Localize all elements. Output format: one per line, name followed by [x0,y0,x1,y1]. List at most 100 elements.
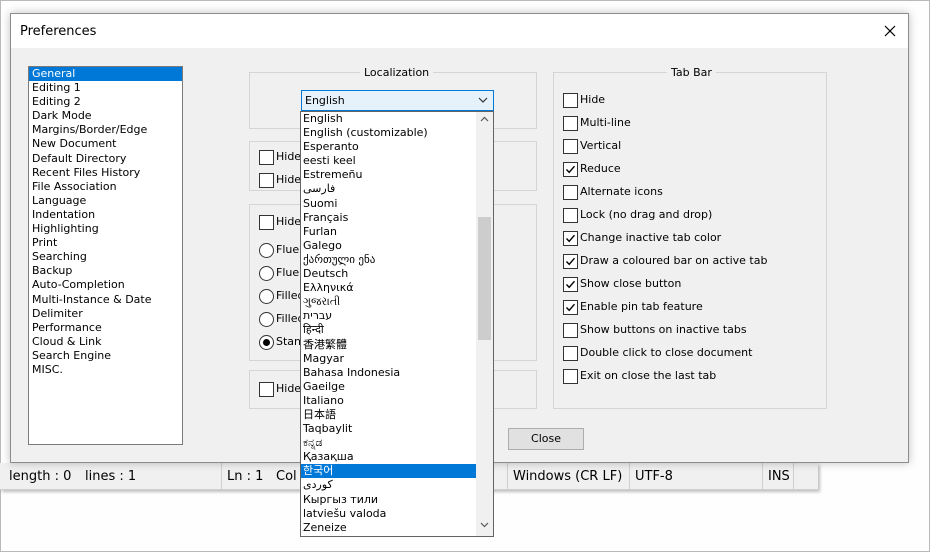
status-separator [507,463,508,489]
language-option[interactable]: Furlan [301,225,476,239]
radio-circle [259,312,274,327]
category-item[interactable]: Auto-Completion [29,278,182,292]
language-option[interactable]: ગુજરાતી [301,295,476,309]
language-option[interactable]: Italiano [301,394,476,408]
language-option[interactable]: کوردی [301,478,476,492]
language-option[interactable]: Taqbaylit [301,422,476,436]
checkmark-icon [565,165,576,174]
checkbox-label: Enable pin tab feature [580,300,703,313]
status-lines: lines : 1 [85,469,137,484]
language-option[interactable]: 香港繁體 [301,338,476,352]
status-insert-mode[interactable]: INS [768,469,790,484]
language-option[interactable]: Français [301,211,476,225]
checkbox-label: Hide [580,93,606,106]
category-item[interactable]: Dark Mode [29,109,182,123]
category-item[interactable]: New Document [29,137,182,151]
category-item[interactable]: Backup [29,264,182,278]
category-item[interactable]: Default Directory [29,152,182,166]
language-option[interactable]: Esperanto [301,140,476,154]
checkbox-label: Reduce [580,162,621,175]
language-option[interactable]: ಕನ್ನಡ [301,436,476,450]
chevron-down-icon[interactable] [480,522,489,528]
localization-combobox-value: English [305,94,345,107]
checkbox-box [563,369,578,384]
language-option[interactable]: Қазақша [301,450,476,464]
checkmark-icon [565,280,576,289]
status-line-number: Ln : 1 [227,469,264,484]
language-option[interactable]: eesti keel [301,154,476,168]
category-list[interactable]: General Editing 1 Editing 2 Dark Mode Margin… [28,66,183,445]
radio-circle [259,289,274,304]
scrollbar-thumb[interactable] [478,217,491,340]
checkbox-box [259,382,274,397]
localization-dropdown-list[interactable]: English English (customizable) Esperanto ee… [300,111,494,537]
language-option[interactable]: فارسی [301,182,476,196]
checkmark-icon [565,234,576,243]
checkbox-checked [563,277,578,292]
category-item[interactable]: MISC. [29,363,182,377]
language-option[interactable]: Кыргыз тили [301,493,476,507]
language-option[interactable]: Estremeñu [301,168,476,182]
localization-group-title: Localization [360,66,434,79]
category-item[interactable]: Cloud & Link [29,335,182,349]
language-option[interactable]: Suomi [301,197,476,211]
language-option[interactable]: Bahasa Indonesia [301,366,476,380]
radio-dot [263,339,270,346]
language-option[interactable]: Galego [301,239,476,253]
category-item[interactable]: Language [29,194,182,208]
close-icon[interactable] [879,20,901,42]
language-option[interactable]: Ελληνικά [301,281,476,295]
language-option[interactable]: 한국어 [301,464,476,479]
category-item[interactable]: Performance [29,321,182,335]
category-item[interactable]: Editing 1 [29,81,182,95]
checkbox-label: Hide [276,150,302,163]
status-eol[interactable]: Windows (CR LF) [513,469,622,484]
close-button[interactable]: Close [508,428,584,450]
category-item[interactable]: Recent Files History [29,166,182,180]
checkbox-label: Lock (no drag and drop) [580,208,713,221]
category-item[interactable]: Multi-Instance & Date [29,293,182,307]
category-item[interactable]: Search Engine [29,349,182,363]
localization-combobox[interactable]: English [301,90,494,111]
radio-circle [259,243,274,258]
checkbox-checked [563,162,578,177]
category-item[interactable]: Print [29,236,182,250]
language-option[interactable]: Zeneize [301,521,476,535]
category-item[interactable]: Indentation [29,208,182,222]
window-border-top [0,0,930,1]
category-item[interactable]: Highlighting [29,222,182,236]
checkbox-label: Alternate icons [580,185,663,198]
language-option[interactable]: Magyar [301,352,476,366]
language-option[interactable]: Gaeilge [301,380,476,394]
status-separator [629,463,630,489]
checkbox-label: Hide [276,215,302,228]
category-item[interactable]: Searching [29,250,182,264]
category-item[interactable]: Delimiter [29,307,182,321]
category-item[interactable]: Editing 2 [29,95,182,109]
status-length: length : 0 [9,469,72,484]
checkbox-box [563,185,578,200]
checkbox-box [563,323,578,338]
language-option[interactable]: हिन्दी [301,323,476,337]
category-item[interactable]: Margins/Border/Edge [29,123,182,137]
language-option[interactable]: English (customizable) [301,126,476,140]
checkbox-box [563,346,578,361]
language-option[interactable]: English [301,112,476,126]
status-encoding[interactable]: UTF-8 [635,469,673,484]
language-option[interactable]: Deutsch [301,267,476,281]
language-option[interactable]: ქართული ენა [301,253,476,267]
category-item[interactable]: General [29,67,182,82]
checkbox-box [563,93,578,108]
checkbox-checked [563,300,578,315]
language-option[interactable]: latviešu valoda [301,507,476,521]
language-list: English English (customizable) Esperanto ee… [301,112,476,535]
language-option[interactable]: 日本語 [301,408,476,422]
dropdown-scrollbar[interactable] [476,112,493,536]
checkbox-checked [563,231,578,246]
status-separator [793,463,794,489]
radio-circle [259,266,274,281]
category-item[interactable]: File Association [29,180,182,194]
chevron-up-icon[interactable] [480,116,489,122]
language-option[interactable]: עברית [301,309,476,323]
checkbox-label: Hide [276,382,302,395]
